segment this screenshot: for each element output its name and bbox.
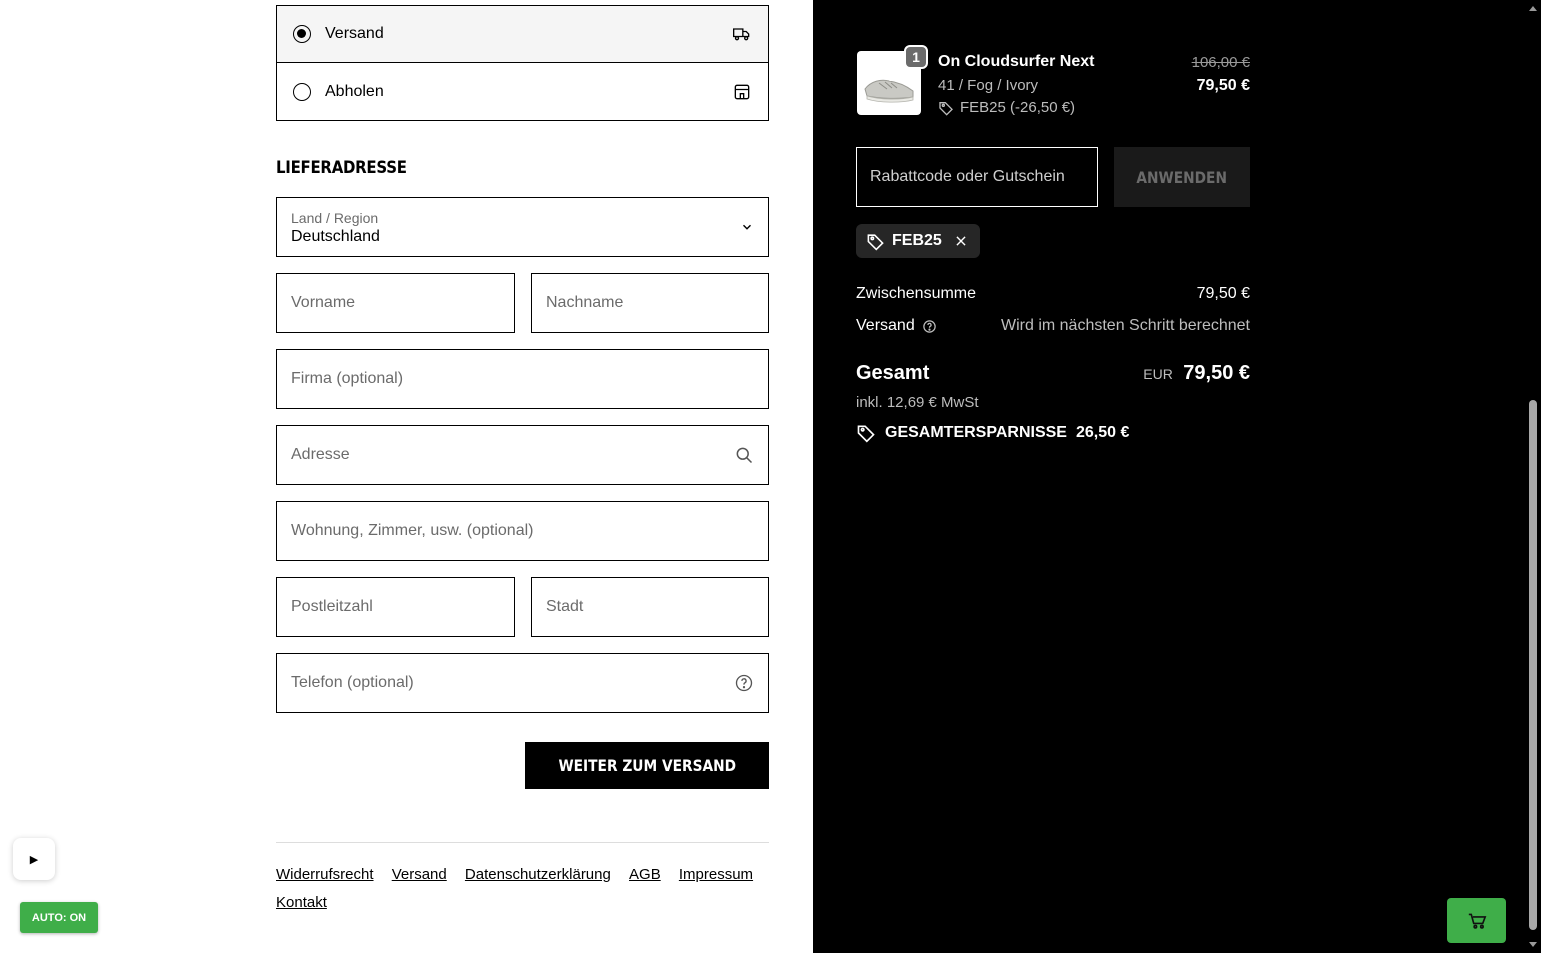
product-variant: 41 / Fog / Ivory — [938, 77, 1039, 94]
shipping-option-label: Versand — [325, 25, 384, 42]
footer-link-contact[interactable]: Kontakt — [276, 889, 327, 917]
first-name-placeholder: Vorname — [291, 294, 356, 311]
tag-icon — [939, 101, 953, 116]
subtotal-label: Zwischensumme — [856, 285, 977, 302]
savings-label: GESAMTERSPARNISSE — [885, 424, 1067, 441]
close-icon[interactable] — [954, 234, 968, 248]
city-placeholder: Stadt — [546, 598, 584, 615]
phone-field[interactable]: Telefon (optional) — [276, 653, 769, 713]
scroll-down-icon[interactable] — [1529, 942, 1537, 947]
savings-value: 26,50 € — [1075, 424, 1130, 441]
address-field[interactable]: Adresse — [276, 425, 769, 485]
store-icon — [734, 84, 750, 99]
first-name-field[interactable]: Vorname — [276, 273, 515, 333]
product-discount-text: FEB25 (-26,50 €) — [960, 99, 1076, 116]
country-label: Land / Region — [291, 210, 379, 226]
product-discount: FEB25 (-26,50 €) — [938, 99, 1075, 116]
zip-field[interactable]: Postleitzahl — [276, 577, 515, 637]
apply-discount-button[interactable]: ANWENDEN — [1114, 147, 1250, 207]
footer-link-withdrawal[interactable]: Widerrufsrecht — [276, 861, 374, 889]
currency-label: EUR — [1143, 366, 1173, 382]
zip-placeholder: Postleitzahl — [291, 598, 373, 615]
last-name-field[interactable]: Nachname — [531, 273, 769, 333]
order-summary: 1 On Cloudsurfer Next 41 / Fog / Ivory F… — [813, 0, 1525, 953]
tax-note: inkl. 12,69 € MwSt — [856, 394, 979, 411]
cart-icon — [1468, 913, 1486, 929]
subtotal-value: 79,50 € — [1196, 285, 1250, 302]
discount-code-input[interactable] — [857, 148, 1097, 206]
footer-links: Widerrufsrecht Versand Datenschutzerklär… — [276, 861, 776, 917]
product-original-price: 106,00 € — [1191, 54, 1250, 71]
country-select[interactable]: Land / Region Deutschland — [276, 197, 769, 257]
pickup-option[interactable]: Abholen — [276, 63, 769, 121]
company-field[interactable]: Firma (optional) — [276, 349, 769, 409]
page-scrollbar[interactable] — [1525, 0, 1541, 953]
tag-icon — [857, 425, 875, 443]
total-row: Gesamt EUR 79,50 € — [856, 362, 1250, 385]
total-savings: GESAMTERSPARNISSE 26,50 € — [856, 423, 1129, 443]
subtotal-row: Zwischensumme 79,50 € — [856, 285, 1250, 303]
footer-link-privacy[interactable]: Datenschutzerklärung — [465, 861, 611, 889]
shipping-address-title: LIEFERADRESSE — [276, 158, 407, 178]
company-placeholder: Firma (optional) — [291, 370, 404, 387]
applied-discount-chip: FEB25 — [856, 224, 980, 258]
footer-divider — [276, 842, 769, 843]
cart-button[interactable] — [1447, 898, 1506, 943]
play-icon: ▶ — [29, 853, 39, 866]
address-placeholder: Adresse — [291, 446, 350, 463]
product-name: On Cloudsurfer Next — [938, 53, 1095, 70]
last-name-placeholder: Nachname — [546, 294, 624, 311]
tag-icon — [867, 233, 884, 251]
shipping-option[interactable]: Versand — [276, 5, 769, 63]
footer-link-shipping[interactable]: Versand — [392, 861, 447, 889]
apply-button-label: ANWENDEN — [1136, 167, 1228, 187]
checkout-form: Versand Abholen LIEFERADRESSE Land / Reg… — [0, 0, 813, 953]
chevron-down-icon — [743, 224, 751, 230]
continue-button-label: WEITER ZUM VERSAND — [558, 756, 736, 775]
total-value: 79,50 € — [1183, 362, 1250, 384]
total-label: Gesamt — [856, 362, 930, 384]
pickup-option-label: Abholen — [325, 82, 384, 100]
pickup-radio[interactable] — [293, 82, 311, 101]
apartment-placeholder: Wohnung, Zimmer, usw. (optional) — [291, 522, 534, 539]
applied-code-label: FEB25 — [892, 232, 942, 249]
scroll-up-icon[interactable] — [1529, 6, 1537, 11]
footer-link-terms[interactable]: AGB — [629, 861, 661, 889]
shipping-radio[interactable] — [293, 25, 311, 43]
scrollbar-thumb[interactable] — [1529, 400, 1537, 930]
shipping-row: Versand Wird im nächsten Schritt berechn… — [856, 317, 1250, 335]
auto-toggle-button[interactable]: AUTO: ON — [20, 902, 98, 933]
footer-link-imprint[interactable]: Impressum — [679, 861, 753, 889]
auto-toggle-label: AUTO: ON — [31, 911, 87, 924]
apartment-field[interactable]: Wohnung, Zimmer, usw. (optional) — [276, 501, 769, 561]
product-price: 79,50 € — [1196, 77, 1250, 94]
phone-placeholder: Telefon (optional) — [291, 674, 414, 691]
country-value: Deutschland — [291, 228, 380, 245]
help-icon[interactable] — [734, 673, 754, 693]
quantity-badge: 1 — [904, 45, 928, 69]
city-field[interactable]: Stadt — [531, 577, 769, 637]
help-icon[interactable] — [922, 319, 937, 334]
play-button[interactable]: ▶ — [13, 838, 55, 880]
truck-icon — [733, 28, 750, 41]
shipping-label: Versand — [856, 317, 915, 334]
continue-to-shipping-button[interactable]: WEITER ZUM VERSAND — [525, 742, 769, 789]
search-icon — [736, 447, 753, 464]
discount-code-field[interactable] — [856, 147, 1098, 207]
shipping-value: Wird im nächsten Schritt berechnet — [1001, 317, 1250, 334]
